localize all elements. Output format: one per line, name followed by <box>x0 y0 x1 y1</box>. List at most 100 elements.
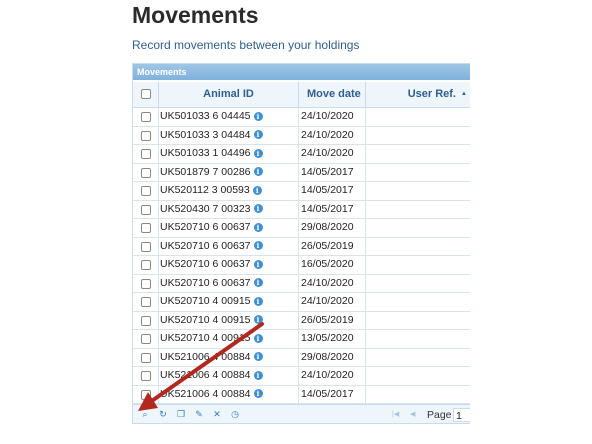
animal-id-text: UK521006 4 00884 <box>160 369 251 381</box>
move-date-cell: 24/10/2020 <box>299 108 366 126</box>
info-icon[interactable]: i <box>253 259 263 269</box>
table-row[interactable]: UK520710 4 00915 i 24/10/2020 <box>133 293 470 312</box>
document-icon[interactable]: ❐ <box>175 409 187 420</box>
user-ref-label: User Ref. <box>407 88 456 100</box>
table-row[interactable]: UK521006 4 00884 i 14/05/2017 <box>133 385 470 404</box>
previous-page-icon[interactable]: ◀ <box>410 410 415 418</box>
row-checkbox[interactable] <box>141 315 151 326</box>
info-icon[interactable]: i <box>253 167 263 177</box>
animal-id-cell: UK520710 4 00915 i <box>159 311 299 329</box>
refresh-icon[interactable]: ↻ <box>157 409 169 420</box>
row-checkbox[interactable] <box>141 241 151 252</box>
table-row[interactable]: UK521006 4 00884 i 24/10/2020 <box>133 367 470 386</box>
move-date-cell: 24/10/2020 <box>299 274 366 292</box>
animal-id-text: UK520710 4 00915 <box>160 295 251 307</box>
row-checkbox[interactable] <box>141 149 151 159</box>
info-icon[interactable]: i <box>253 130 263 140</box>
table-row[interactable]: UK520430 7 00323 i 14/05/2017 <box>133 200 470 219</box>
row-checkbox[interactable] <box>141 389 151 400</box>
info-icon[interactable]: i <box>253 296 263 306</box>
row-checkbox[interactable] <box>141 186 151 196</box>
row-select-cell <box>133 237 159 255</box>
column-header-animal-id[interactable]: Animal ID <box>159 82 299 107</box>
column-header-move-date[interactable]: Move date <box>299 82 366 107</box>
user-ref-cell <box>366 275 470 293</box>
info-icon[interactable]: i <box>253 333 263 343</box>
row-checkbox[interactable] <box>141 297 151 307</box>
row-select-cell <box>133 256 159 274</box>
table-row[interactable]: UK520710 6 00637 i 16/05/2020 <box>133 256 470 275</box>
row-select-cell <box>133 182 159 200</box>
row-checkbox[interactable] <box>141 167 151 178</box>
info-icon[interactable]: i <box>253 315 263 325</box>
info-icon[interactable]: i <box>252 185 262 195</box>
animal-id-cell: UK521006 4 00884 i <box>159 348 299 366</box>
user-ref-cell <box>366 145 470 163</box>
row-select-cell <box>133 311 159 329</box>
table-row[interactable]: UK521006 4 00884 i 29/08/2020 <box>133 348 470 367</box>
select-all-cell <box>133 82 159 107</box>
user-ref-cell <box>366 330 470 348</box>
table-row[interactable]: UK501033 1 04496 i 24/10/2020 <box>133 145 470 164</box>
row-select-cell <box>133 126 159 144</box>
animal-id-text: UK501879 7 00286 <box>160 165 251 178</box>
delete-icon[interactable]: ✕ <box>211 409 223 420</box>
clock-icon[interactable]: ◷ <box>229 409 241 420</box>
search-icon[interactable]: ⌕ <box>139 409 151 420</box>
table-row[interactable]: UK501879 7 00286 i 14/05/2017 <box>133 163 470 182</box>
table-row[interactable]: UK520112 3 00593 i 14/05/2017 <box>133 182 470 201</box>
edit-icon[interactable]: ✎ <box>193 409 205 420</box>
table-row[interactable]: UK501033 3 04484 i 24/10/2020 <box>133 126 470 145</box>
first-page-icon[interactable]: |◀ <box>392 410 399 418</box>
row-select-cell <box>133 219 159 237</box>
animal-id-text: UK520112 3 00593 <box>160 184 250 196</box>
animal-id-text: UK521006 4 00884 <box>160 387 251 400</box>
sort-ascending-icon[interactable]: ▲ <box>461 91 467 97</box>
move-date-cell: 29/08/2020 <box>299 219 366 237</box>
table-row[interactable]: UK520710 4 00915 i 26/05/2019 <box>133 311 470 330</box>
animal-id-text: UK520710 6 00637 <box>160 239 251 252</box>
row-select-cell <box>133 163 159 181</box>
table-row[interactable]: UK520710 6 00637 i 26/05/2019 <box>133 237 470 256</box>
animal-id-cell: UK520710 4 00915 i <box>159 330 299 348</box>
table-row[interactable]: UK520710 6 00637 i 29/08/2020 <box>133 219 470 238</box>
row-select-cell <box>133 108 159 126</box>
row-checkbox[interactable] <box>141 112 151 122</box>
info-icon[interactable]: i <box>253 370 263 380</box>
row-select-cell <box>133 145 159 163</box>
animal-id-text: UK520710 4 00915 <box>160 332 251 344</box>
page-title: Movements <box>132 2 259 28</box>
move-date-cell: 24/10/2020 <box>299 367 366 385</box>
page-number-input[interactable]: 1 <box>453 408 470 422</box>
user-ref-cell <box>366 349 470 367</box>
info-icon[interactable]: i <box>253 111 263 121</box>
row-checkbox[interactable] <box>141 352 151 363</box>
row-checkbox[interactable] <box>141 278 151 289</box>
column-header-user-ref[interactable]: User Ref. ▲ <box>366 82 470 107</box>
grid-header: Animal ID Move date User Ref. ▲ <box>133 82 470 108</box>
info-icon[interactable]: i <box>253 204 263 214</box>
select-all-checkbox[interactable] <box>141 89 151 99</box>
animal-id-text: UK501033 6 04445 <box>160 110 251 122</box>
move-date-cell: 24/10/2020 <box>299 126 366 144</box>
animal-id-text: UK520710 6 00637 <box>160 221 251 233</box>
info-icon[interactable]: i <box>253 278 263 288</box>
table-row[interactable]: UK520710 4 00915 i 13/05/2020 <box>133 330 470 349</box>
move-date-cell: 26/05/2019 <box>299 311 366 329</box>
row-checkbox[interactable] <box>141 130 151 141</box>
info-icon[interactable]: i <box>253 352 263 362</box>
row-checkbox[interactable] <box>141 371 151 381</box>
row-select-cell <box>133 348 159 366</box>
info-icon[interactable]: i <box>253 222 263 232</box>
table-row[interactable]: UK520710 6 00637 i 24/10/2020 <box>133 274 470 293</box>
table-row[interactable]: UK501033 6 04445 i 24/10/2020 <box>133 108 470 127</box>
move-date-cell: 14/05/2017 <box>299 385 366 403</box>
row-checkbox[interactable] <box>141 204 151 215</box>
info-icon[interactable]: i <box>253 148 263 158</box>
row-checkbox[interactable] <box>141 260 151 270</box>
info-icon[interactable]: i <box>253 241 263 251</box>
animal-id-text: UK501033 1 04496 <box>160 147 251 159</box>
row-checkbox[interactable] <box>141 334 151 344</box>
row-checkbox[interactable] <box>141 223 151 233</box>
info-icon[interactable]: i <box>253 389 263 399</box>
